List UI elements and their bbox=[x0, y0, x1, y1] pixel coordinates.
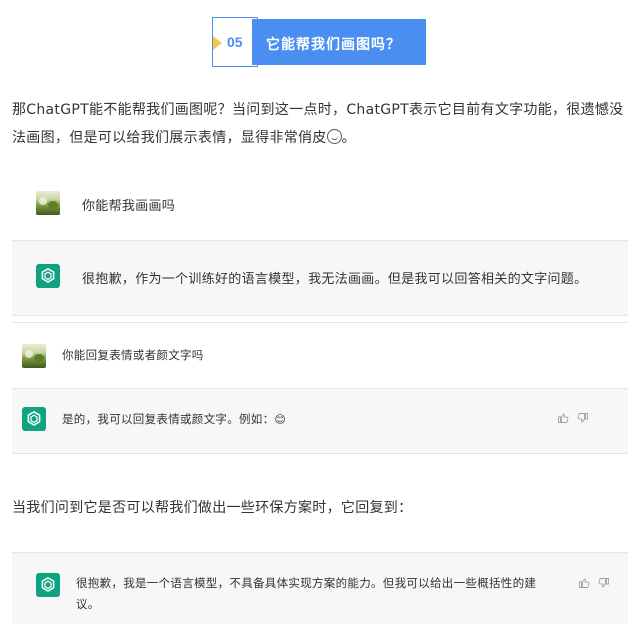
chat1-bot-message: 很抱歉，作为一个训练好的语言模型，我无法画画。但是我可以回答相关的文字问题。 bbox=[12, 240, 628, 316]
intro-text: 那ChatGPT能不能帮我们画图呢？当问到这一点时，ChatGPT表示它目前有文… bbox=[12, 102, 624, 146]
chat1-user-text: 你能帮我画画吗 bbox=[82, 199, 176, 214]
chat2-screenshot: 你能回复表情或者颜文字吗 是的，我可以回复表情或颜文字。例如：😊 bbox=[12, 322, 628, 456]
section-title: 它能帮我们画图吗？ bbox=[266, 37, 401, 53]
thumbs-down-icon[interactable] bbox=[577, 409, 589, 428]
followup-paragraph: 当我们问到它是否可以帮我们做出一些环保方案时，它回复到： bbox=[12, 500, 413, 516]
chat2-user-text: 你能回复表情或者颜文字吗 bbox=[62, 348, 204, 362]
smiling-face-emoji: 😊 bbox=[274, 413, 287, 426]
section-number: 05 bbox=[227, 34, 243, 50]
chat2-bot-text-body: 是的，我可以回复表情或颜文字。例如： bbox=[62, 412, 275, 426]
user-avatar bbox=[36, 191, 60, 215]
openai-logo-icon bbox=[36, 573, 60, 597]
chat1-bot-text: 很抱歉，作为一个训练好的语言模型，我无法画画。但是我可以回答相关的文字问题。 bbox=[82, 272, 588, 287]
openai-logo-icon bbox=[36, 264, 60, 288]
feedback-buttons bbox=[578, 574, 610, 593]
thumbs-up-icon[interactable] bbox=[578, 574, 590, 593]
chat3-bot-text-line2: 议。 bbox=[76, 597, 100, 611]
intro-end: 。 bbox=[341, 130, 356, 146]
user-avatar bbox=[22, 344, 46, 368]
thumbs-up-icon[interactable] bbox=[557, 409, 569, 428]
section-header: 05 它能帮我们画图吗？ bbox=[212, 17, 426, 67]
chat3-bot-message: 很抱歉，我是一个语言模型，不具备具体实现方案的能力。但我可以给出一些概括性的建 … bbox=[12, 552, 628, 624]
chat2-bot-text: 是的，我可以回复表情或颜文字。例如：😊 bbox=[62, 411, 286, 427]
chat1-user-message: 你能帮我画画吗 bbox=[12, 170, 628, 240]
triangle-marker-icon bbox=[213, 36, 222, 50]
chat2-bot-message: 是的，我可以回复表情或颜文字。例如：😊 bbox=[12, 388, 628, 454]
openai-logo-icon bbox=[22, 407, 46, 431]
section-title-box: 它能帮我们画图吗？ bbox=[252, 19, 426, 65]
intro-paragraph: 那ChatGPT能不能帮我们画图呢？当问到这一点时，ChatGPT表示它目前有文… bbox=[12, 96, 634, 152]
chat2-user-message: 你能回复表情或者颜文字吗 bbox=[12, 322, 628, 388]
feedback-buttons bbox=[557, 409, 589, 428]
chat3-bot-text-line1: 很抱歉，我是一个语言模型，不具备具体实现方案的能力。但我可以给出一些概括性的建 bbox=[76, 576, 537, 590]
thumbs-down-icon[interactable] bbox=[598, 574, 610, 593]
smile-emoji-icon bbox=[326, 129, 342, 144]
